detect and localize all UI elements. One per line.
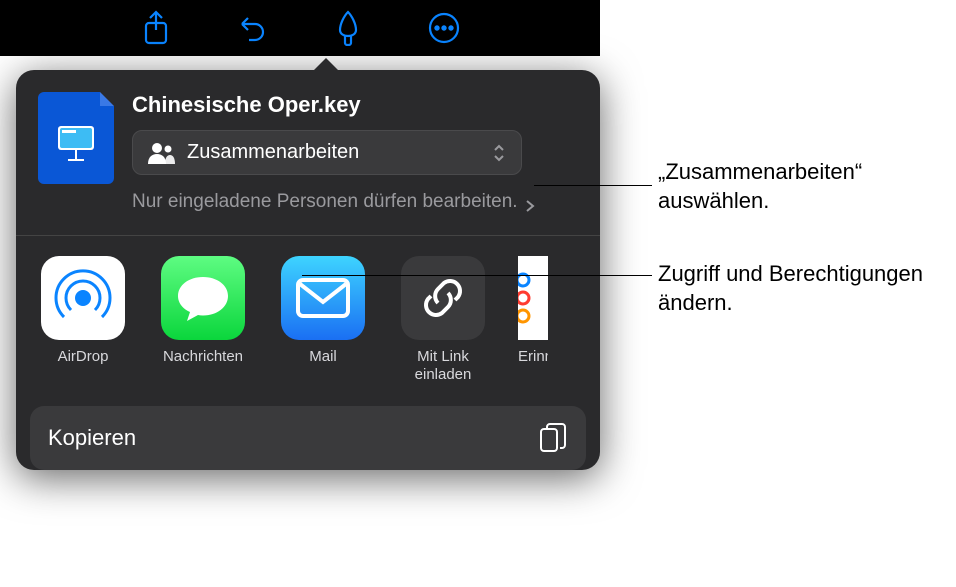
app-label: Erinnerungen [518, 348, 548, 384]
share-icon [141, 10, 171, 46]
app-label: Nachrichten [163, 348, 243, 384]
file-title: Chinesische Oper.key [132, 92, 578, 118]
share-app-airdrop[interactable]: AirDrop [38, 256, 128, 384]
chevron-up-down-icon [491, 142, 507, 164]
more-icon [427, 11, 461, 45]
action-label: Kopieren [48, 425, 538, 451]
document-thumbnail [38, 92, 114, 184]
more-button[interactable] [420, 4, 468, 52]
callout-text: „Zusammenarbeiten“ auswählen. [658, 158, 956, 215]
permission-settings-link[interactable]: Nur eingeladene Personen dürfen bearbeit… [132, 189, 578, 215]
copy-icon [538, 422, 568, 454]
format-button[interactable] [324, 4, 372, 52]
action-copy[interactable]: Kopieren [30, 406, 586, 470]
toolbar [0, 0, 600, 56]
share-button[interactable] [132, 4, 180, 52]
popover-arrow [312, 58, 340, 72]
actions-list: Kopieren [30, 406, 586, 470]
mail-icon [294, 276, 352, 320]
keynote-doc-icon [54, 120, 98, 164]
people-icon [147, 142, 175, 164]
airdrop-icon [51, 266, 115, 330]
collaboration-label: Zusammenarbeiten [187, 141, 491, 164]
chevron-right-icon [524, 199, 536, 213]
share-app-messages[interactable]: Nachrichten [158, 256, 248, 384]
undo-icon [235, 11, 269, 45]
paintbrush-icon [332, 10, 364, 46]
permission-text: Nur eingeladene Personen dürfen bearbeit… [132, 189, 518, 215]
app-label: AirDrop [58, 348, 109, 384]
callout-line [302, 275, 652, 276]
undo-button[interactable] [228, 4, 276, 52]
app-label: Mit Link einladen [398, 348, 488, 384]
link-icon [418, 273, 468, 323]
callout-line [534, 185, 652, 186]
collaboration-mode-select[interactable]: Zusammenarbeiten [132, 130, 522, 175]
share-sheet: Chinesische Oper.key Zusammenarbeiten Nu… [16, 70, 600, 470]
messages-icon [174, 271, 232, 325]
app-label: Mail [309, 348, 337, 384]
callout-text: Zugriff und Berechtigungen ändern. [658, 260, 956, 317]
share-apps-row: AirDrop Nachrichten Mail [16, 236, 600, 384]
